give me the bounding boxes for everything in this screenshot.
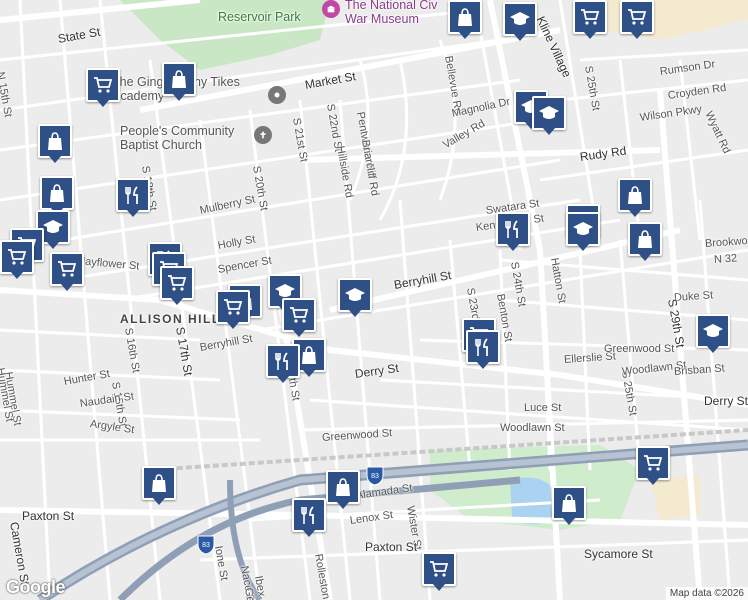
shopping-cart-icon	[644, 455, 663, 471]
map-pin-food[interactable]	[116, 178, 150, 218]
i83-shield-1: 83	[366, 466, 384, 486]
i83-shield-2: 83	[197, 535, 215, 555]
svg-text:83: 83	[371, 473, 379, 480]
map-pin-bag[interactable]	[38, 124, 72, 164]
map-pin-bag[interactable]	[142, 466, 176, 506]
street-label: Luce St	[524, 402, 562, 414]
map-pin-cap[interactable]	[696, 314, 730, 354]
graduation-cap-icon	[573, 222, 593, 235]
map-pin-bag[interactable]	[326, 470, 360, 510]
shopping-bag-icon	[628, 186, 642, 204]
google-logo: Google	[6, 577, 66, 597]
shopping-bag-icon	[302, 346, 316, 364]
street-label: Sycamore St	[584, 547, 653, 561]
graduation-cap-icon	[510, 12, 530, 25]
map-pin-cap[interactable]	[338, 278, 372, 318]
restaurant-icon	[475, 338, 488, 356]
street-label: Greenwood St	[604, 343, 675, 355]
shopping-cart-icon	[168, 275, 187, 291]
street-label: N 32	[713, 252, 738, 266]
map-pin-cart[interactable]	[422, 552, 456, 592]
graduation-cap-icon	[703, 324, 723, 337]
shopping-cart-icon	[224, 299, 243, 315]
map-pin-food[interactable]	[292, 498, 326, 538]
street-label: Paxton St	[22, 509, 75, 523]
street-label: Derry St	[704, 394, 748, 408]
map-pin-cart[interactable]	[50, 252, 84, 292]
map-pin-cart[interactable]	[0, 240, 34, 280]
shopping-bag-icon	[172, 70, 186, 88]
map-pin-cart[interactable]	[216, 290, 250, 330]
restaurant-icon	[125, 186, 138, 204]
map-attribution[interactable]: Map data ©2026	[665, 587, 748, 600]
shopping-cart-icon	[430, 561, 449, 577]
poi-label-reservoir-park[interactable]: Reservoir Park	[218, 10, 301, 24]
shopping-bag-icon	[48, 132, 62, 150]
map-pin-cart[interactable]	[86, 68, 120, 108]
shopping-cart-icon	[58, 261, 77, 277]
map-pin-food[interactable]	[266, 344, 300, 384]
map-pin-cart[interactable]	[282, 298, 316, 338]
shopping-bag-icon	[50, 184, 64, 202]
map-pin-food[interactable]	[466, 330, 500, 370]
shopping-bag-icon	[152, 474, 166, 492]
map-pin-bag[interactable]	[448, 0, 482, 40]
map-pin-bag[interactable]	[628, 222, 662, 262]
shopping-bag-icon	[458, 8, 472, 26]
map-pin-cart[interactable]	[636, 446, 670, 486]
graduation-cap-icon	[539, 106, 559, 119]
museum-icon[interactable]	[322, 0, 340, 18]
map-pin-food[interactable]	[496, 212, 530, 252]
map-pin-cart[interactable]	[573, 0, 607, 40]
shopping-cart-icon	[581, 9, 600, 25]
shopping-bag-icon	[336, 478, 350, 496]
street-label: Woodlawn St	[500, 422, 565, 434]
map-pin-bag[interactable]	[618, 178, 652, 218]
map-pin-cart[interactable]	[620, 0, 654, 40]
neighborhood-label: ALLISON HILL	[120, 312, 221, 326]
graduation-cap-icon	[345, 288, 365, 301]
map-pin-cap[interactable]	[532, 96, 566, 136]
restaurant-icon	[505, 220, 518, 238]
map-pin-cap[interactable]	[566, 212, 600, 252]
map-pin-cart[interactable]	[160, 266, 194, 306]
shopping-bag-icon	[638, 230, 652, 248]
shopping-cart-icon	[94, 77, 113, 93]
shopping-cart-icon	[8, 249, 27, 265]
map-pin-cap[interactable]	[503, 2, 537, 42]
school-poi-icon[interactable]	[268, 86, 286, 104]
restaurant-icon	[275, 352, 288, 370]
shopping-bag-icon	[562, 494, 576, 512]
shopping-cart-icon	[290, 307, 309, 323]
poi-label-church[interactable]: People's Community Baptist Church	[120, 124, 260, 152]
street-label: Paxton St	[365, 540, 418, 554]
restaurant-icon	[301, 506, 314, 524]
poi-label-museum[interactable]: The National Civ War Museum	[345, 0, 455, 26]
church-icon[interactable]	[254, 126, 272, 144]
shopping-cart-icon	[628, 9, 647, 25]
map-pin-bag[interactable]	[162, 62, 196, 102]
map-canvas[interactable]: 83 83 Reservoir Park The National Civ Wa…	[0, 0, 748, 600]
map-pin-bag[interactable]	[552, 486, 586, 526]
graduation-cap-icon	[43, 220, 63, 233]
svg-text:83: 83	[202, 542, 210, 549]
